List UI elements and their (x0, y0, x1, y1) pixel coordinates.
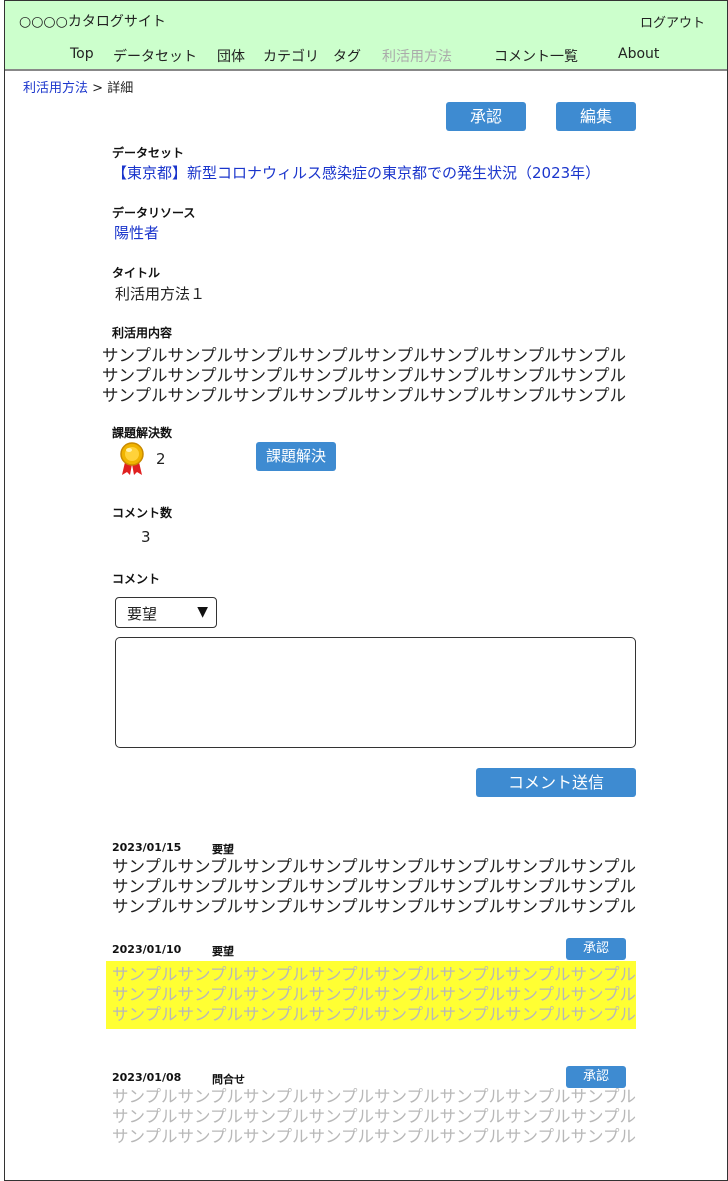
comment-type: 問合せ (212, 1073, 245, 1086)
comment-type: 要望 (212, 843, 234, 856)
nav-top[interactable]: Top (70, 46, 94, 62)
resource-label: データリソース (112, 206, 196, 220)
comment-approve-button[interactable]: 承認 (566, 938, 626, 960)
dataset-label: データセット (112, 146, 185, 160)
comment-text: サンプルサンプルサンプルサンプルサンプルサンプルサンプルサンプル サンプルサンプ… (112, 965, 636, 1025)
dataset-link[interactable]: 【東京都】新型コロナウィルス感染症の東京都での発生状況（2023年） (112, 162, 600, 183)
comment-line: サンプルサンプルサンプルサンプルサンプルサンプルサンプルサンプル (112, 985, 637, 1004)
nav-comments[interactable]: コメント一覧 (494, 46, 578, 66)
breadcrumb-parent-link[interactable]: 利活用方法 (23, 81, 88, 96)
breadcrumb: 利活用方法 > 詳細 (23, 77, 133, 96)
title-value: 利活用方法１ (115, 285, 206, 303)
breadcrumb-separator: > (88, 81, 108, 96)
comment-textarea[interactable] (115, 637, 636, 748)
nav-category[interactable]: カテゴリ (263, 46, 319, 66)
resource-link[interactable]: 陽性者 (114, 222, 159, 243)
site-title[interactable]: ○○○○カタログサイト (19, 11, 166, 31)
comment-count-value: 3 (141, 528, 151, 546)
content-line: サンプルサンプルサンプルサンプルサンプルサンプルサンプルサンプル (102, 346, 627, 365)
comment-type: 要望 (212, 945, 234, 958)
comment-line: サンプルサンプルサンプルサンプルサンプルサンプルサンプルサンプル (112, 1107, 637, 1126)
content-label: 利活用内容 (112, 326, 173, 340)
medal-icon (120, 442, 144, 475)
nav-organization[interactable]: 団体 (217, 46, 245, 66)
comment-count-label: コメント数 (112, 506, 173, 520)
comment-line: サンプルサンプルサンプルサンプルサンプルサンプルサンプルサンプル (112, 965, 637, 984)
solved-count: 2 (156, 450, 166, 468)
comment-date: 2023/01/08 (112, 1071, 182, 1084)
comment-line: サンプルサンプルサンプルサンプルサンプルサンプルサンプルサンプル (112, 857, 637, 876)
logout-link[interactable]: ログアウト (640, 12, 705, 31)
comment-date: 2023/01/15 (112, 841, 182, 854)
solve-issue-button[interactable]: 課題解決 (256, 442, 336, 471)
nav-dataset[interactable]: データセット (113, 46, 197, 66)
chevron-down-icon: ▼ (197, 604, 208, 620)
breadcrumb-current: 詳細 (107, 81, 134, 96)
comment-approve-button[interactable]: 承認 (566, 1066, 626, 1088)
approve-button[interactable]: 承認 (446, 102, 526, 131)
comment-text: サンプルサンプルサンプルサンプルサンプルサンプルサンプルサンプル サンプルサンプ… (112, 857, 636, 917)
comment-form-label: コメント (112, 572, 161, 586)
edit-button[interactable]: 編集 (556, 102, 636, 131)
title-label: タイトル (112, 266, 161, 280)
page-frame: ○○○○カタログサイト ログアウト Top データセット 団体 カテゴリ タグ … (4, 0, 728, 1181)
site-header: ○○○○カタログサイト ログアウト Top データセット 団体 カテゴリ タグ … (5, 1, 727, 71)
comment-line: サンプルサンプルサンプルサンプルサンプルサンプルサンプルサンプル (112, 1127, 637, 1146)
comment-date: 2023/01/10 (112, 943, 182, 956)
comment-type-selected: 要望 (127, 605, 158, 623)
content-line: サンプルサンプルサンプルサンプルサンプルサンプルサンプルサンプル (102, 366, 627, 385)
comment-line: サンプルサンプルサンプルサンプルサンプルサンプルサンプルサンプル (112, 897, 637, 916)
comment-line: サンプルサンプルサンプルサンプルサンプルサンプルサンプルサンプル (112, 877, 637, 896)
nav-about[interactable]: About (618, 46, 659, 62)
content-line: サンプルサンプルサンプルサンプルサンプルサンプルサンプルサンプル (102, 386, 627, 405)
comment-text: サンプルサンプルサンプルサンプルサンプルサンプルサンプルサンプル サンプルサンプ… (112, 1087, 636, 1147)
comment-line: サンプルサンプルサンプルサンプルサンプルサンプルサンプルサンプル (112, 1087, 637, 1106)
submit-comment-button[interactable]: コメント送信 (476, 768, 636, 797)
comment-line: サンプルサンプルサンプルサンプルサンプルサンプルサンプルサンプル (112, 1005, 637, 1024)
solved-label: 課題解決数 (112, 426, 173, 440)
content-text: サンプルサンプルサンプルサンプルサンプルサンプルサンプルサンプル サンプルサンプ… (102, 346, 626, 406)
nav-tag[interactable]: タグ (333, 46, 361, 66)
nav-usage-methods[interactable]: 利活用方法 (382, 46, 452, 66)
comment-type-select[interactable]: 要望 ▼ (115, 597, 217, 628)
